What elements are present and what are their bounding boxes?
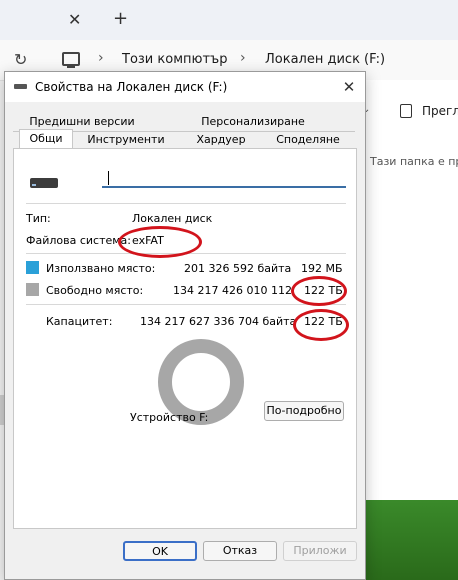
annotation-oval — [293, 309, 349, 341]
explorer-content — [360, 80, 458, 500]
drive-icon — [30, 178, 58, 188]
filesystem-label: Файлова система: — [26, 234, 132, 247]
volume-name-input[interactable] — [102, 168, 346, 188]
free-space-swatch — [26, 283, 39, 296]
annotation-oval — [118, 226, 202, 258]
breadcrumb-this-pc[interactable]: Този компютър — [122, 52, 227, 67]
dialog-title: Свойства на Локален диск (F:) — [35, 80, 228, 94]
computer-icon — [62, 52, 80, 68]
type-value: Локален диск — [132, 212, 213, 225]
dialog-titlebar[interactable]: Свойства на Локален диск (F:) ✕ — [5, 72, 365, 102]
free-space-bytes: 134 217 426 010 112 — [173, 284, 292, 297]
ok-button[interactable]: OK — [123, 541, 197, 561]
empty-folder-text: Тази папка е пра — [370, 155, 458, 168]
cancel-button[interactable]: Отказ — [203, 541, 277, 561]
breadcrumb-local-disk[interactable]: Локален диск (F:) — [265, 52, 385, 67]
used-space-bytes: 201 326 592 байта — [184, 262, 292, 275]
type-label: Тип: — [26, 212, 51, 225]
preview-pane-icon — [400, 104, 412, 118]
text-caret — [108, 171, 109, 185]
tab-customize[interactable]: Персонализиране — [151, 113, 355, 131]
tab-general[interactable]: Общи — [19, 129, 73, 150]
close-tab-icon[interactable]: ✕ — [68, 10, 81, 29]
close-button[interactable]: ✕ — [338, 77, 360, 97]
free-space-label: Свободно място: — [46, 284, 144, 297]
details-button[interactable]: По-подробно — [264, 401, 344, 421]
tab-tools[interactable]: Инструменти — [71, 131, 181, 149]
tab-hardware[interactable]: Хардуер — [181, 131, 261, 149]
tab-sharing[interactable]: Споделяне — [261, 131, 355, 149]
refresh-icon[interactable]: ↻ — [14, 50, 27, 69]
divider — [26, 304, 346, 305]
breadcrumb-separator: › — [240, 50, 246, 66]
annotation-oval — [291, 276, 347, 306]
used-space-short: 192 МБ — [301, 262, 343, 275]
apply-button[interactable]: Приложи — [283, 541, 357, 561]
breadcrumb-separator: › — [98, 50, 104, 66]
properties-dialog: Свойства на Локален диск (F:) ✕ Предишни… — [4, 71, 366, 580]
drive-icon — [14, 84, 27, 89]
desktop-wallpaper — [360, 500, 458, 580]
capacity-bytes: 134 217 627 336 704 байта — [140, 315, 297, 328]
capacity-label: Капацитет: — [46, 315, 113, 328]
new-tab-icon[interactable]: + — [113, 8, 128, 29]
used-space-swatch — [26, 261, 39, 274]
preview-button[interactable]: Прегле — [422, 104, 458, 118]
explorer-tab-bar: ✕ + — [0, 0, 458, 40]
general-panel: Тип: Локален диск Файлова система: exFAT… — [13, 148, 357, 529]
divider — [26, 203, 346, 204]
used-space-label: Използвано място: — [46, 262, 156, 275]
device-label: Устройство F: — [130, 411, 209, 424]
